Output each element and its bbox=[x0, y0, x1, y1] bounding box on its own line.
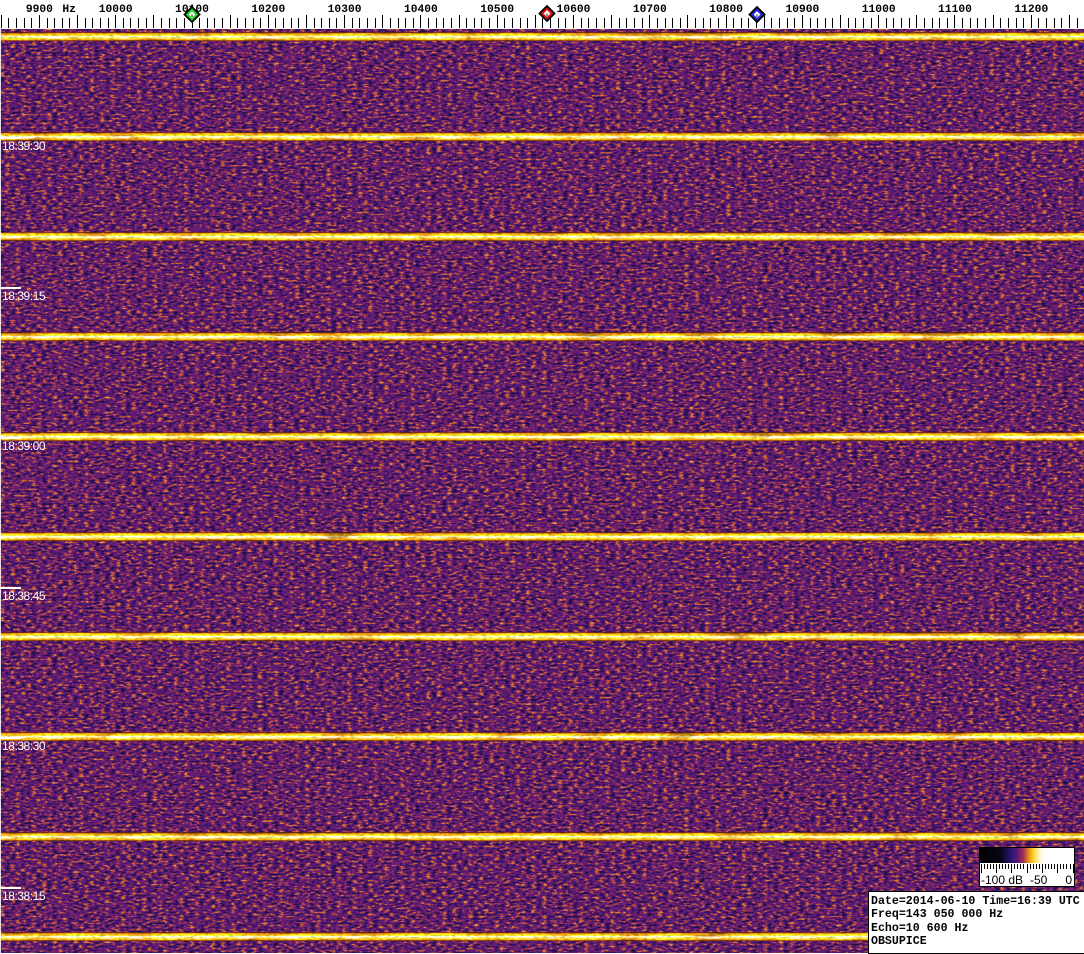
svg-text:10700: 10700 bbox=[633, 4, 667, 16]
svg-text:11100: 11100 bbox=[938, 4, 972, 16]
svg-text:11000: 11000 bbox=[862, 4, 896, 16]
svg-text:10000: 10000 bbox=[99, 4, 133, 16]
svg-text:10800: 10800 bbox=[709, 4, 743, 16]
svg-text:10200: 10200 bbox=[251, 4, 285, 16]
svg-text:10500: 10500 bbox=[480, 4, 514, 16]
svg-text:-100 dB: -100 dB bbox=[981, 873, 1023, 887]
svg-text:0: 0 bbox=[1065, 873, 1072, 887]
svg-text:10400: 10400 bbox=[404, 4, 438, 16]
svg-text:Hz: Hz bbox=[62, 4, 76, 16]
svg-text:9900: 9900 bbox=[26, 4, 53, 16]
svg-text:10300: 10300 bbox=[328, 4, 362, 16]
svg-text:10600: 10600 bbox=[557, 4, 591, 16]
svg-text:-50: -50 bbox=[1030, 873, 1048, 887]
svg-text:11200: 11200 bbox=[1014, 4, 1048, 16]
svg-text:10900: 10900 bbox=[785, 4, 819, 16]
